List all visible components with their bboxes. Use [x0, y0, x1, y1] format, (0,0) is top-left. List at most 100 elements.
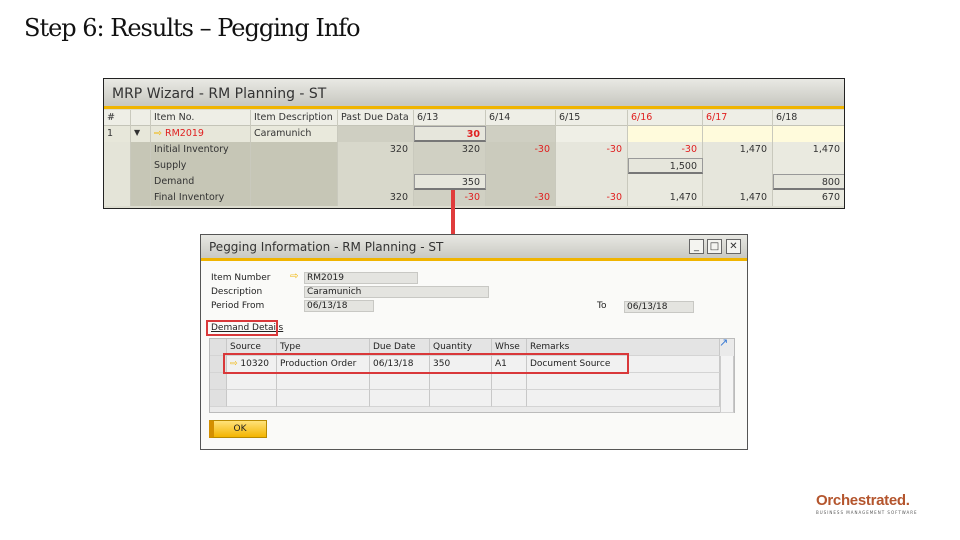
column-header: #	[104, 110, 131, 126]
value-cell[interactable]: 800	[773, 174, 844, 190]
value-cell	[414, 158, 486, 174]
table-cell[interactable]	[527, 390, 720, 407]
table-cell[interactable]	[370, 373, 430, 390]
value-cell	[556, 126, 628, 142]
table-cell[interactable]	[277, 390, 370, 407]
row-spacer	[131, 158, 151, 174]
row-label: Final Inventory	[151, 190, 251, 206]
row-label: Supply	[151, 158, 251, 174]
table-cell[interactable]	[370, 390, 430, 407]
column-header: 6/16	[628, 110, 703, 126]
expand-icon[interactable]: ↗	[719, 336, 728, 349]
past-due-cell: 320	[338, 190, 414, 206]
mrp-wizard-window: MRP Wizard - RM Planning - ST # Item No. I…	[103, 78, 845, 209]
description-label: Description	[211, 287, 263, 297]
value-cell[interactable]: 1,500	[628, 158, 703, 174]
table-cell	[210, 373, 227, 390]
value-cell: -30	[628, 142, 703, 158]
table-cell[interactable]	[227, 373, 277, 390]
past-due-cell: 320	[338, 142, 414, 158]
highlight-box	[223, 353, 629, 374]
row-number	[104, 158, 131, 174]
value-cell	[556, 174, 628, 190]
orchestrated-logo: Orchestrated. BUSINESS MANAGEMENT SOFTWA…	[816, 492, 918, 515]
past-due-cell	[338, 158, 414, 174]
value-cell: 1,470	[628, 190, 703, 206]
link-arrow-icon[interactable]: ⇨	[154, 128, 165, 139]
to-label: To	[597, 301, 607, 311]
link-arrow-icon[interactable]: ⇨	[290, 271, 298, 282]
value-cell[interactable]: 350	[414, 174, 486, 190]
table-cell[interactable]	[492, 390, 527, 407]
period-from-field[interactable]: 06/13/18	[304, 300, 374, 312]
period-to-field[interactable]: 06/13/18	[624, 301, 694, 313]
description-field[interactable]: Caramunich	[304, 286, 489, 298]
table-cell	[210, 390, 227, 407]
value-cell	[486, 174, 556, 190]
maximize-button[interactable]: □	[707, 239, 722, 254]
description-cell	[251, 158, 338, 174]
slide-title: Step 6: Results – Pegging Info	[24, 14, 361, 42]
column-header: Item No.	[151, 110, 251, 126]
column-header: Item Description	[251, 110, 338, 126]
table-cell[interactable]	[227, 390, 277, 407]
value-cell	[556, 158, 628, 174]
value-cell: -30	[486, 142, 556, 158]
row-label: Initial Inventory	[151, 142, 251, 158]
value-cell	[703, 158, 773, 174]
description-cell	[251, 142, 338, 158]
row-number	[104, 142, 131, 158]
column-header: 6/15	[556, 110, 628, 126]
mrp-title: MRP Wizard - RM Planning - ST	[104, 79, 844, 109]
vertical-scrollbar[interactable]	[720, 356, 734, 413]
past-due-cell	[338, 174, 414, 190]
value-cell: -30	[556, 142, 628, 158]
ok-button[interactable]: OK	[209, 420, 267, 438]
column-header: 6/17	[703, 110, 773, 126]
value-cell	[628, 126, 703, 142]
expand-triangle-icon[interactable]: ▼	[131, 126, 151, 142]
period-from-label: Period From	[211, 301, 265, 311]
item-row[interactable]: 1 ▼ ⇨ RM2019 Caramunich 30	[104, 126, 844, 142]
item-number[interactable]: ⇨ RM2019	[151, 126, 251, 142]
value-cell	[486, 126, 556, 142]
table-cell[interactable]	[277, 373, 370, 390]
minimize-button[interactable]: _	[689, 239, 704, 254]
row-number: 1	[104, 126, 131, 142]
value-cell	[703, 174, 773, 190]
row-number	[104, 174, 131, 190]
value-cell: 1,470	[773, 142, 844, 158]
value-cell: 1,470	[703, 190, 773, 206]
row-spacer	[131, 190, 151, 206]
row-spacer	[131, 174, 151, 190]
value-cell: -30	[556, 190, 628, 206]
row-number	[104, 190, 131, 206]
table-cell[interactable]	[430, 390, 492, 407]
row-spacer	[131, 142, 151, 158]
dialog-title: Pegging Information - RM Planning - ST	[209, 240, 444, 254]
item-description: Caramunich	[251, 126, 338, 142]
mrp-row: Supply 1,500	[104, 158, 844, 174]
value-cell	[703, 126, 773, 142]
pegging-info-dialog: Pegging Information - RM Planning - ST _…	[200, 234, 748, 450]
table-cell[interactable]	[492, 373, 527, 390]
value-cell	[486, 158, 556, 174]
column-header: Past Due Data	[338, 110, 414, 126]
header-row: # Item No. Item Description Past Due Data 6/…	[104, 110, 844, 126]
row-label: Demand	[151, 174, 251, 190]
close-button[interactable]: ✕	[726, 239, 741, 254]
table-cell[interactable]	[430, 373, 492, 390]
demand-details-table: Source Type Due Date Quantity Whse Remarks ⇨ 1…	[209, 338, 735, 413]
item-number-field[interactable]: RM2019	[304, 272, 418, 284]
item-number-label: Item Number	[211, 273, 271, 283]
description-cell	[251, 174, 338, 190]
past-due-cell	[338, 126, 414, 142]
column-header: 6/14	[486, 110, 556, 126]
value-cell	[628, 174, 703, 190]
value-cell[interactable]: 30	[414, 126, 486, 142]
value-cell: -30	[486, 190, 556, 206]
value-cell: 670	[773, 190, 844, 206]
description-cell	[251, 190, 338, 206]
column-header: 6/18	[773, 110, 844, 126]
table-cell[interactable]	[527, 373, 720, 390]
